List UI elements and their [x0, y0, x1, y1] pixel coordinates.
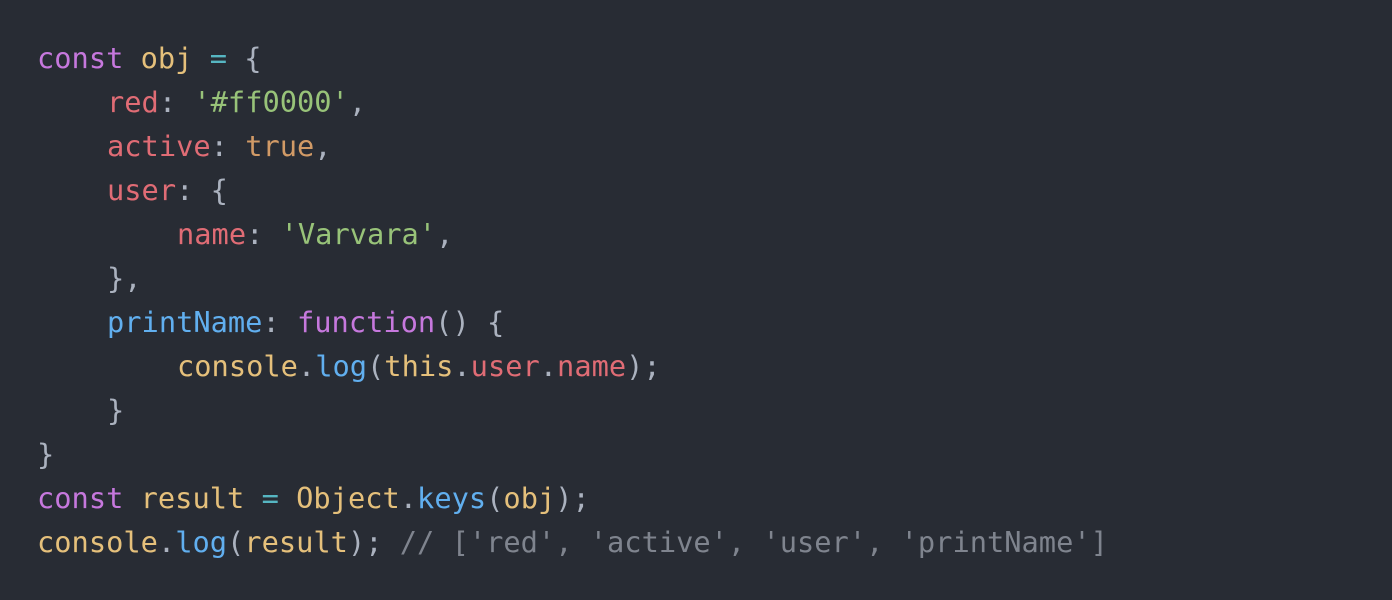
code-line: red: '#ff0000',	[37, 80, 1392, 124]
class-token: Object	[296, 481, 400, 515]
punctuation-token: :	[246, 217, 281, 251]
punctuation-token	[244, 481, 261, 515]
code-line: active: true,	[37, 124, 1392, 168]
code-line: console.log(this.user.name);	[37, 344, 1392, 388]
keyword-token: const	[37, 41, 124, 75]
punctuation-token: : {	[176, 173, 228, 207]
punctuation-token: }	[37, 437, 55, 471]
code-line: const result = Object.keys(obj);	[37, 476, 1392, 520]
operator-token: =	[209, 41, 228, 75]
string-token: 'Varvara'	[280, 217, 437, 251]
property-token: red	[107, 85, 159, 119]
function-token: printName	[107, 305, 263, 339]
punctuation-token	[192, 41, 209, 75]
punctuation-token: ,	[348, 85, 367, 119]
keyword-token: function	[297, 305, 436, 339]
punctuation-token: );	[347, 525, 400, 559]
code-line: user: {	[37, 168, 1392, 212]
variable-token: obj	[503, 481, 556, 515]
comment-token: // ['red', 'active', 'user', 'printName'…	[399, 525, 1108, 559]
property-token: name	[177, 217, 247, 251]
variable-token: console	[177, 349, 298, 383]
punctuation-token: () {	[435, 305, 505, 339]
punctuation-token: ,	[314, 129, 332, 163]
punctuation-token: .	[297, 349, 316, 383]
punctuation-token: .	[157, 525, 176, 559]
punctuation-token: );	[555, 481, 590, 515]
punctuation-token: (	[227, 525, 245, 559]
variable-token: result	[244, 525, 348, 559]
variable-token: obj	[140, 41, 193, 75]
punctuation-token: ,	[436, 217, 454, 251]
punctuation-token	[123, 481, 140, 515]
punctuation-token: .	[539, 349, 558, 383]
punctuation-token: }	[107, 393, 125, 427]
code-block: const obj = {red: '#ff0000', active: true…	[0, 0, 1392, 600]
property-token: name	[557, 349, 627, 383]
code-line: name: 'Varvara',	[37, 212, 1392, 256]
variable-token: result	[140, 481, 245, 515]
punctuation-token: {	[227, 41, 262, 75]
function-token: keys	[417, 481, 487, 515]
function-token: log	[175, 525, 228, 559]
code-line: printName: function() {	[37, 300, 1392, 344]
property-token: active	[107, 129, 211, 163]
code-line: },	[37, 256, 1392, 300]
punctuation-token	[123, 41, 140, 75]
punctuation-token: .	[453, 349, 471, 383]
code-line: const obj = {	[37, 36, 1392, 80]
punctuation-token: (	[367, 349, 385, 383]
punctuation-token: .	[399, 481, 418, 515]
code-line: console.log(result); // ['red', 'active'…	[37, 520, 1392, 564]
punctuation-token: :	[262, 305, 297, 339]
variable-token: this	[384, 349, 454, 383]
function-token: log	[315, 349, 368, 383]
string-token: '#ff0000'	[193, 85, 349, 119]
boolean-token: true	[245, 129, 315, 163]
operator-token: =	[261, 481, 279, 515]
punctuation-token: },	[107, 261, 142, 295]
property-token: user	[107, 173, 177, 207]
punctuation-token: );	[626, 349, 661, 383]
punctuation-token: (	[486, 481, 504, 515]
punctuation-token: :	[210, 129, 246, 163]
code-line: }	[37, 432, 1392, 476]
punctuation-token	[279, 481, 296, 515]
variable-token: console	[37, 525, 158, 559]
code-line: }	[37, 388, 1392, 432]
keyword-token: const	[37, 481, 124, 515]
property-token: user	[470, 349, 540, 383]
punctuation-token: :	[158, 85, 194, 119]
